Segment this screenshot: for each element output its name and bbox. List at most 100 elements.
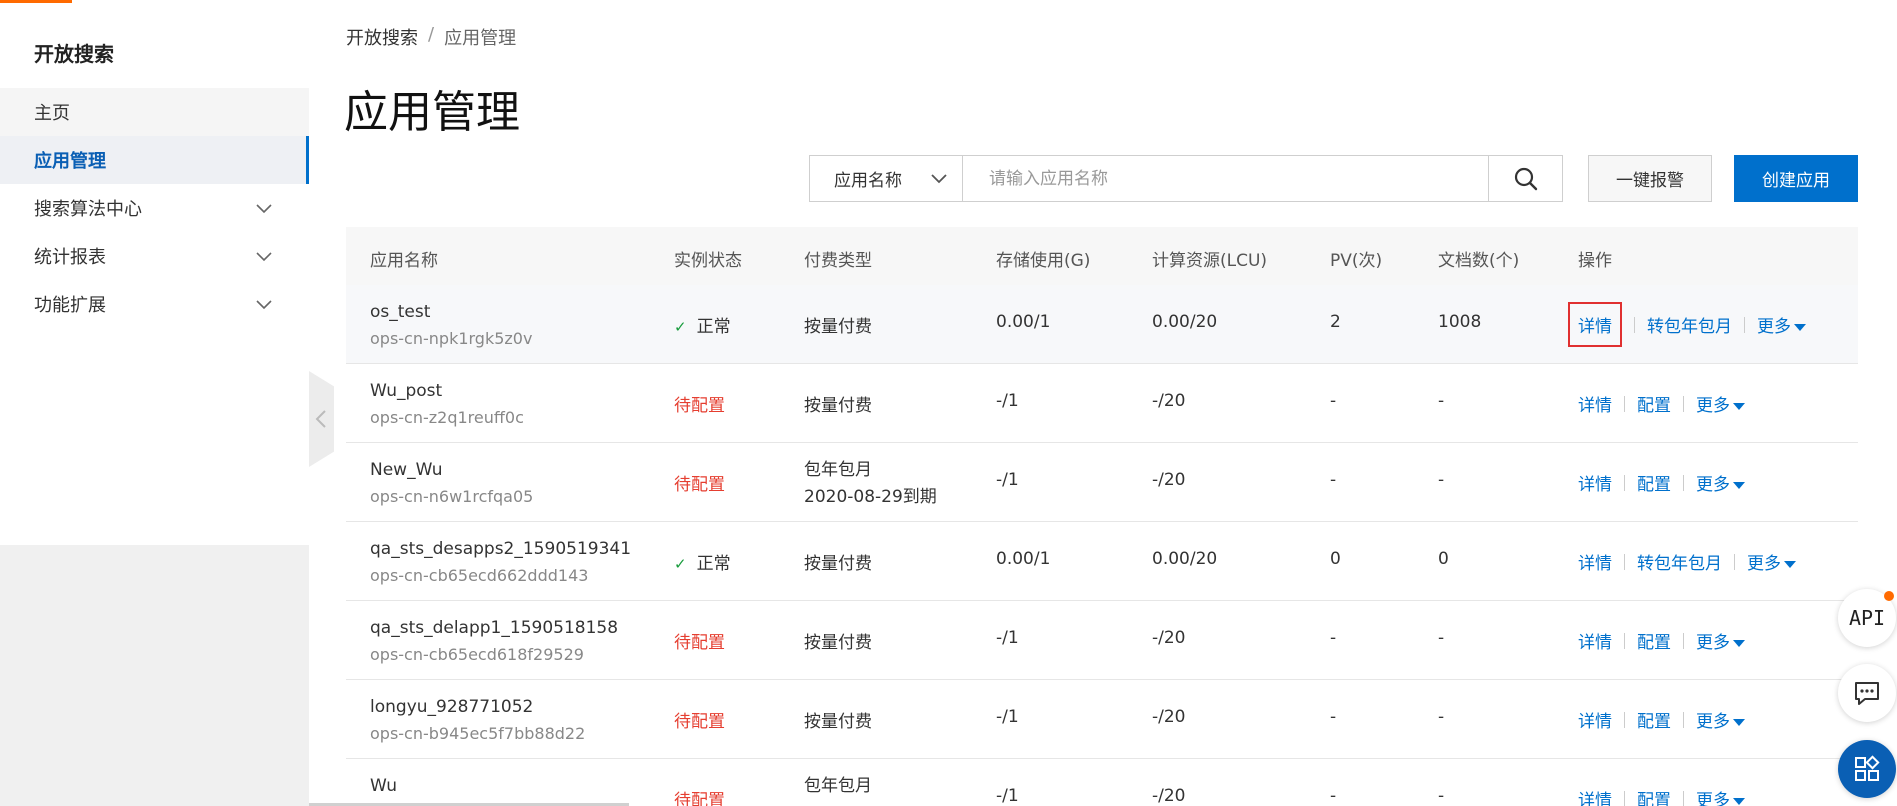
docs-cell: - — [1438, 470, 1445, 490]
sidebar-item-label: 搜索算法中心 — [34, 199, 142, 220]
detail-link[interactable]: 详情 — [1578, 786, 1612, 806]
app-instance-id: ops-cn-cb65ecd618f29529 — [370, 645, 584, 664]
column-header-pay-type: 付费类型 — [804, 251, 872, 271]
status-text: 待配置 — [674, 475, 725, 495]
configure-link[interactable]: 配置 — [1637, 628, 1671, 653]
sidebar-item-search-algorithm[interactable]: 搜索算法中心 — [0, 184, 309, 232]
pay-type-cell: 包年包月 2020-08-29到期 — [804, 457, 937, 511]
search-input[interactable] — [962, 155, 1490, 202]
actions-cell: 详情 配置 更多 — [1578, 391, 1745, 416]
app-name: qa_sts_delapp1_1590518158 — [370, 618, 619, 638]
status-text: 待配置 — [674, 712, 725, 732]
storage-cell: 0.00/1 — [996, 312, 1051, 332]
sidebar: 开放搜索 主页 应用管理 搜索算法中心 统计报表 功能扩展 — [0, 0, 309, 806]
table-header: 应用名称 实例状态 付费类型 存储使用(G) 计算资源(LCU) PV(次) 文… — [346, 227, 1858, 285]
storage-cell: 0.00/1 — [996, 549, 1051, 569]
pv-cell: - — [1330, 628, 1337, 648]
app-name-cell: qa_sts_desapps2_1590519341 ops-cn-cb65ec… — [370, 536, 631, 589]
storage-cell: -/1 — [996, 786, 1019, 806]
sidebar-item-label: 应用管理 — [34, 151, 106, 172]
more-dropdown[interactable]: 更多 — [1696, 786, 1745, 806]
configure-link[interactable]: 配置 — [1637, 391, 1671, 416]
detail-link[interactable]: 详情 — [1578, 549, 1612, 574]
brand-accent-bar — [0, 0, 72, 3]
more-dropdown[interactable]: 更多 — [1696, 628, 1745, 653]
docs-cell: - — [1438, 707, 1445, 727]
app-name: os_test — [370, 302, 431, 322]
actions-cell: 详情 转包年包月 更多 — [1578, 549, 1796, 574]
status-text: 正常 — [696, 317, 731, 337]
lcu-cell: -/20 — [1152, 786, 1186, 806]
detail-link[interactable]: 详情 — [1568, 302, 1622, 347]
configure-link[interactable]: 配置 — [1637, 707, 1671, 732]
breadcrumb-root-link[interactable]: 开放搜索 — [346, 24, 418, 50]
pv-cell: - — [1330, 707, 1337, 727]
lcu-cell: -/20 — [1152, 391, 1186, 411]
lcu-cell: -/20 — [1152, 470, 1186, 490]
docs-cell: 0 — [1438, 549, 1449, 569]
more-dropdown[interactable]: 更多 — [1696, 470, 1745, 495]
convert-subscription-link[interactable]: 转包年包月 — [1647, 312, 1732, 337]
actions-cell: 详情 配置 更多 — [1578, 707, 1745, 732]
pay-type-cell: 按量付费 — [804, 554, 872, 574]
convert-subscription-link[interactable]: 转包年包月 — [1637, 549, 1722, 574]
sidebar-item-app-management[interactable]: 应用管理 — [0, 136, 309, 184]
configure-link[interactable]: 配置 — [1637, 470, 1671, 495]
column-header-storage: 存储使用(G) — [996, 251, 1091, 271]
column-header-name: 应用名称 — [370, 251, 438, 271]
breadcrumb-separator: / — [428, 24, 435, 45]
app-name-cell: New_Wu ops-cn-n6w1rcfqa05 — [370, 457, 533, 510]
storage-cell: -/1 — [996, 707, 1019, 727]
pay-type: 包年包月 — [804, 776, 872, 796]
pv-cell: - — [1330, 786, 1337, 806]
sidebar-item-label: 统计报表 — [34, 247, 106, 268]
action-divider — [1744, 316, 1745, 333]
status-cell: ✓ 正常 — [674, 549, 731, 574]
more-dropdown[interactable]: 更多 — [1696, 391, 1745, 416]
detail-link[interactable]: 详情 — [1578, 707, 1612, 732]
detail-link[interactable]: 详情 — [1578, 628, 1612, 653]
sidebar-item-statistics[interactable]: 统计报表 — [0, 232, 309, 280]
pay-type-cell: 按量付费 — [804, 317, 872, 337]
sidebar-item-label: 功能扩展 — [34, 295, 106, 316]
app-instance-id: ops-cn-cb65ecd662ddd143 — [370, 566, 589, 585]
search-field-select[interactable]: 应用名称 — [809, 155, 963, 202]
feedback-float-button[interactable] — [1838, 664, 1896, 722]
create-app-button[interactable]: 创建应用 — [1734, 155, 1858, 202]
grid-apps-icon — [1855, 755, 1880, 781]
sidebar-panel: 开放搜索 主页 应用管理 搜索算法中心 统计报表 功能扩展 — [0, 0, 309, 545]
page-title: 应用管理 — [344, 87, 520, 138]
app-name-cell: qa_sts_delapp1_1590518158 ops-cn-cb65ecd… — [370, 615, 618, 668]
table-row: qa_sts_desapps2_1590519341 ops-cn-cb65ec… — [346, 522, 1858, 601]
more-dropdown[interactable]: 更多 — [1696, 707, 1745, 732]
apps-float-button[interactable] — [1838, 740, 1896, 798]
column-header-pv: PV(次) — [1330, 251, 1383, 271]
console-page: 开放搜索 主页 应用管理 搜索算法中心 统计报表 功能扩展 开放搜索 / 应用管… — [0, 0, 1897, 806]
sidebar-collapse-toggle[interactable] — [309, 371, 334, 467]
search-button[interactable] — [1488, 155, 1563, 202]
action-divider — [1734, 553, 1735, 570]
pv-cell: 0 — [1330, 549, 1341, 569]
action-divider — [1624, 553, 1625, 570]
status-text: 正常 — [696, 554, 731, 574]
api-float-button[interactable]: API — [1838, 589, 1896, 647]
detail-link[interactable]: 详情 — [1578, 470, 1612, 495]
sidebar-item-label: 主页 — [34, 103, 70, 124]
sidebar-item-extensions[interactable]: 功能扩展 — [0, 280, 309, 328]
storage-cell: -/1 — [996, 470, 1019, 490]
app-name: Wu — [370, 776, 397, 796]
action-divider — [1683, 632, 1684, 649]
configure-link[interactable]: 配置 — [1637, 786, 1671, 806]
status-cell: ✓ 正常 — [674, 312, 731, 337]
api-label: API — [1848, 606, 1886, 630]
table-row: Wu 待配置 包年包月 -/1 -/20 - - 详情 配置 更多 — [346, 759, 1858, 806]
more-dropdown[interactable]: 更多 — [1757, 312, 1806, 337]
detail-link[interactable]: 详情 — [1578, 391, 1612, 416]
expiry-date: 2020-08-29到期 — [804, 487, 937, 507]
action-divider — [1624, 474, 1625, 491]
action-divider — [1683, 474, 1684, 491]
sidebar-item-home[interactable]: 主页 — [0, 88, 309, 136]
app-name: New_Wu — [370, 460, 443, 480]
one-click-alarm-button[interactable]: 一键报警 — [1588, 155, 1712, 202]
more-dropdown[interactable]: 更多 — [1747, 549, 1796, 574]
